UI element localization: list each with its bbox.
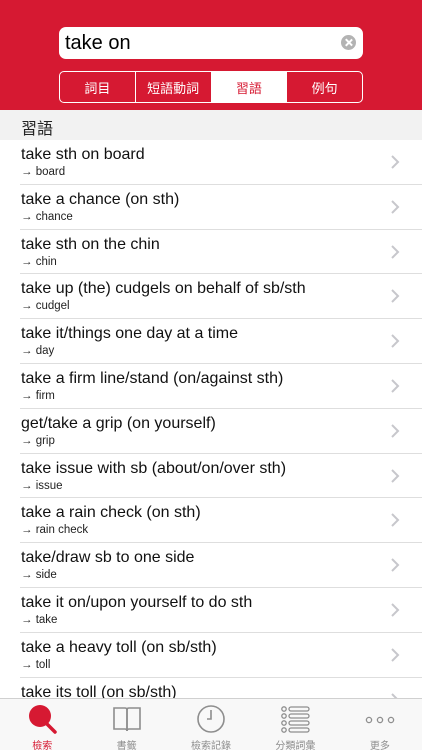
- segment-entries[interactable]: 詞目: [60, 72, 136, 102]
- item-title: take a chance (on sth): [21, 190, 180, 208]
- item-title: take its toll (on sb/sth): [21, 683, 177, 698]
- results-list: take sth on board → board take a chance (o…: [0, 140, 422, 698]
- list-item[interactable]: take a heavy toll (on sb/sth) → toll: [0, 633, 422, 678]
- tab-label: 分類詞彙: [275, 741, 316, 750]
- item-reference: → chance: [21, 210, 73, 223]
- item-title: take it on/upon yourself to do sth: [21, 593, 253, 611]
- list-item[interactable]: take a firm line/stand (on/against sth) →…: [0, 364, 422, 409]
- tab-label: 檢索記錄: [191, 741, 232, 750]
- item-reference: → rain check: [21, 524, 89, 537]
- item-reference: → chin: [21, 255, 57, 268]
- chevron-right-icon: [391, 513, 400, 528]
- tab-bookmarks[interactable]: 書籤: [84, 699, 168, 750]
- chevron-right-icon: [391, 155, 400, 169]
- tab-history[interactable]: 檢索記錄: [169, 699, 253, 750]
- item-reference: → take: [21, 613, 58, 626]
- header: take on 詞目 短語動詞 習語 例句: [0, 0, 422, 110]
- item-reference: → grip: [21, 434, 55, 447]
- item-title: take sth on the chin: [21, 235, 160, 253]
- segmented-control: 詞目 短語動詞 習語 例句: [59, 71, 363, 103]
- list-item[interactable]: take a rain check (on sth) → rain check: [0, 498, 422, 543]
- item-title: take issue with sb (about/on/over sth): [21, 459, 287, 477]
- list-item[interactable]: take it on/upon yourself to do sth → take: [0, 588, 422, 633]
- clock-icon: [197, 705, 225, 733]
- list-item[interactable]: take sth on the chin → chin: [0, 230, 422, 275]
- search-icon: [29, 705, 57, 734]
- item-title: take it/things one day at a time: [21, 325, 239, 343]
- item-title: get/take a grip (on yourself): [21, 414, 216, 432]
- search-field[interactable]: take on: [59, 27, 363, 59]
- tab-label: 檢索: [32, 741, 53, 750]
- list-item[interactable]: take a chance (on sth) → chance: [0, 185, 422, 230]
- list-item[interactable]: take its toll (on sb/sth): [0, 678, 422, 698]
- tab-search[interactable]: 檢索: [0, 699, 84, 750]
- segment-examples[interactable]: 例句: [287, 72, 362, 102]
- item-title: take a rain check (on sth): [21, 504, 201, 522]
- list-item[interactable]: take sth on board → board: [0, 140, 422, 185]
- item-title: take up (the) cudgels on behalf of sb/st…: [21, 280, 306, 298]
- list-item[interactable]: take issue with sb (about/on/over sth) → …: [0, 454, 422, 499]
- chevron-right-icon: [391, 468, 400, 483]
- chevron-right-icon: [391, 244, 400, 259]
- chevron-right-icon: [391, 558, 400, 572]
- more-icon: [365, 716, 395, 724]
- section-title: 習語: [21, 119, 54, 138]
- list-icon: [281, 706, 311, 733]
- item-reference: → firm: [21, 389, 55, 402]
- tab-categories[interactable]: 分類詞彙: [253, 699, 337, 750]
- chevron-right-icon: [391, 289, 400, 304]
- bookmark-book-icon: [112, 707, 141, 732]
- item-title: take a heavy toll (on sb/sth): [21, 638, 217, 656]
- item-reference: → cudgel: [21, 300, 70, 313]
- chevron-right-icon: [391, 200, 400, 214]
- chevron-right-icon: [391, 603, 400, 617]
- segment-idioms[interactable]: 習語: [211, 72, 288, 102]
- item-title: take sth on board: [21, 146, 145, 163]
- item-title: take/draw sb to one side: [21, 549, 195, 567]
- list-item[interactable]: take up (the) cudgels on behalf of sb/st…: [0, 274, 422, 319]
- tab-bar: 檢索 書籤 檢索記錄 分類詞彙 更多: [0, 698, 422, 750]
- item-title: take a firm line/stand (on/against sth): [21, 369, 284, 387]
- item-reference: → board: [21, 166, 66, 178]
- chevron-right-icon: [391, 648, 400, 662]
- item-reference: → day: [21, 345, 55, 358]
- segment-phrasal-verbs[interactable]: 短語動詞: [136, 72, 212, 102]
- tab-label: 更多: [369, 741, 390, 750]
- item-reference: → side: [21, 569, 57, 582]
- list-item[interactable]: get/take a grip (on yourself) → grip: [0, 409, 422, 454]
- section-header: 習語: [0, 110, 422, 140]
- clear-icon[interactable]: [341, 35, 356, 50]
- list-item[interactable]: take it/things one day at a time → day: [0, 319, 422, 364]
- tab-label: 書籤: [116, 741, 137, 750]
- item-reference: → toll: [21, 658, 51, 671]
- chevron-right-icon: [391, 379, 400, 393]
- tab-more[interactable]: 更多: [338, 699, 422, 750]
- chevron-right-icon: [391, 334, 400, 348]
- chevron-right-icon: [391, 424, 400, 438]
- item-reference: → issue: [21, 479, 63, 492]
- list-item[interactable]: take/draw sb to one side → side: [0, 543, 422, 588]
- search-input[interactable]: take on: [65, 30, 131, 56]
